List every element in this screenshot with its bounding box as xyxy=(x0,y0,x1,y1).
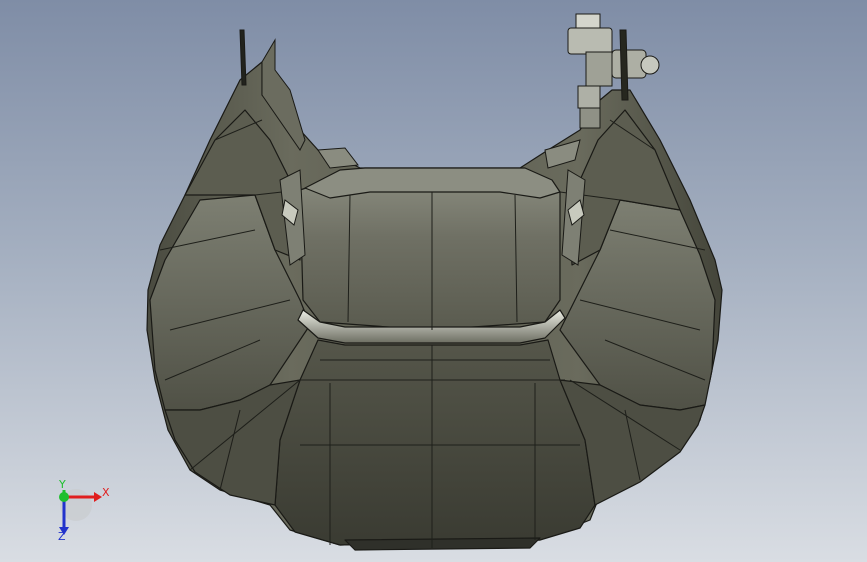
y-axis-label: Y xyxy=(59,478,66,491)
inner-cavity xyxy=(299,175,561,331)
coordinate-triad xyxy=(59,489,102,535)
triad-origin xyxy=(59,492,69,502)
bottom-foot xyxy=(344,537,541,551)
graphics-viewport[interactable]: X Y Z xyxy=(0,0,867,562)
3d-model-view[interactable] xyxy=(0,0,867,562)
shell-body xyxy=(146,61,723,551)
z-axis-label: Z xyxy=(58,530,66,543)
lower-bucket xyxy=(274,339,596,546)
x-axis-label: X xyxy=(102,486,110,499)
